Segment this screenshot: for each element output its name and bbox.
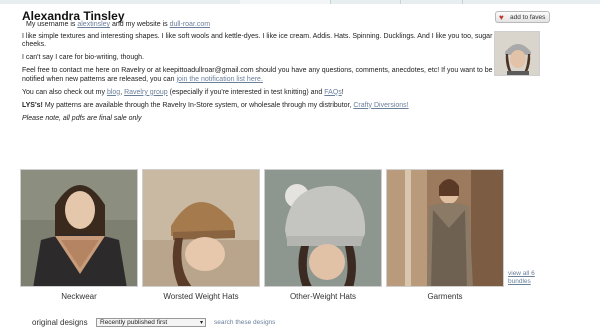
username-link[interactable]: alextinsley <box>77 21 110 28</box>
sort-select[interactable]: Recently published first ▾ <box>96 318 206 327</box>
top-tab[interactable] <box>0 0 241 4</box>
bundle-neckwear[interactable] <box>20 169 138 287</box>
top-tab[interactable] <box>400 0 463 4</box>
sort-select-value: Recently published first <box>100 319 168 326</box>
ravelry-group-link[interactable]: Ravelry group <box>124 89 168 96</box>
add-to-faves-label: add to faves <box>510 14 546 21</box>
website-prefix: and my website is <box>112 21 168 28</box>
avatar-photo <box>495 32 539 75</box>
username-line: My username is alextinsley and my websit… <box>26 21 502 30</box>
bundle-photo-other-hats <box>265 170 381 286</box>
bundle-photo-garments <box>387 170 503 286</box>
add-to-faves-button[interactable]: ♥ add to faves <box>495 11 550 23</box>
lys-label: LYS's! <box>22 101 43 109</box>
bundle-caption-worsted-weight-hats[interactable]: Worsted Weight Hats <box>142 292 260 301</box>
bundle-other-weight-hats[interactable] <box>264 169 382 287</box>
designs-toolbar: original designs Recently published firs… <box>0 318 600 328</box>
bio-paragraph-2: I can't say I care for bio-writing, thou… <box>22 54 144 62</box>
username-prefix: My username is <box>26 21 76 28</box>
bundle-garments[interactable] <box>386 169 504 287</box>
contact-paragraph: Feel free to contact me here on Ravelry … <box>22 67 502 84</box>
links-prefix: You can also check out my <box>22 88 106 96</box>
distributor-link[interactable]: Crafty Diversions! <box>353 102 408 109</box>
bundle-caption-neckwear[interactable]: Neckwear <box>20 292 138 301</box>
top-tab[interactable] <box>240 0 331 4</box>
bundle-photo-worsted-hats <box>143 170 259 286</box>
bundle-caption-garments[interactable]: Garments <box>386 292 504 301</box>
bio-paragraph: I like simple textures and interesting s… <box>22 32 493 49</box>
top-tab[interactable] <box>462 0 600 4</box>
links-paragraph: You can also check out my blog, Ravelry … <box>22 88 344 96</box>
faq-link[interactable]: FAQs <box>324 89 342 96</box>
lys-paragraph: LYS's! My patterns are available through… <box>22 102 502 111</box>
lys-text: My patterns are available through the Ra… <box>44 101 352 109</box>
website-link[interactable]: dull-roar.com <box>170 21 210 28</box>
avatar <box>494 31 540 76</box>
original-designs-label: original designs <box>32 318 88 327</box>
bundle-worsted-weight-hats[interactable] <box>142 169 260 287</box>
bundle-caption-other-weight-hats[interactable]: Other-Weight Hats <box>264 292 382 301</box>
designer-bio: My username is alextinsley and my websit… <box>22 21 502 128</box>
bundle-photo-neckwear <box>21 170 137 286</box>
final-sale-note: Please note, all pdfs are final sale onl… <box>22 114 142 122</box>
heart-icon: ♥ <box>499 13 504 22</box>
search-designs-link[interactable]: search these designs <box>214 319 275 326</box>
blog-link[interactable]: blog <box>107 89 120 96</box>
view-all-line2: bundles <box>508 278 531 285</box>
top-tab-strip <box>0 0 600 4</box>
notification-list-link[interactable]: join the notification list here. <box>177 76 263 83</box>
chevron-down-icon: ▾ <box>199 320 203 326</box>
top-tab[interactable] <box>330 0 401 4</box>
view-all-line1: view all 6 <box>508 270 535 277</box>
view-all-bundles-link[interactable]: view all 6 bundles <box>508 270 535 286</box>
links-mid: (especially if you're interested in test… <box>169 88 323 96</box>
